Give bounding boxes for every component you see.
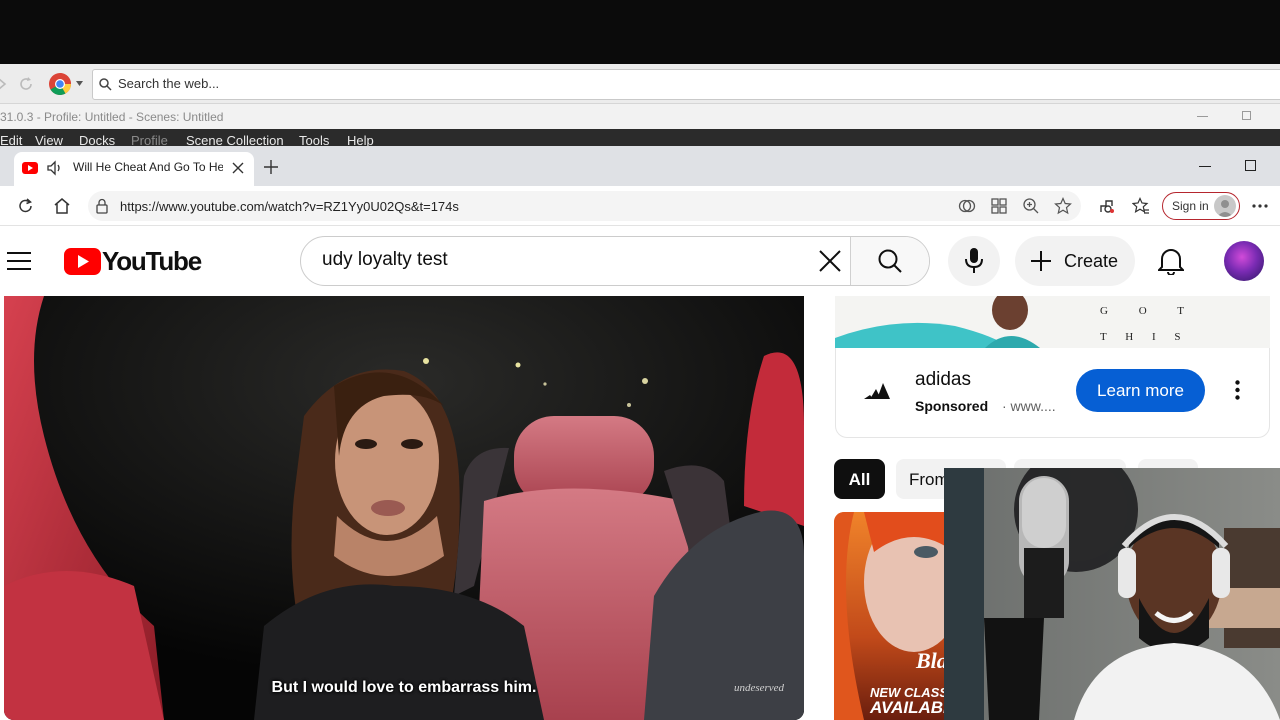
app-available-icon[interactable] [990,197,1008,215]
plus-icon [1030,250,1052,272]
more-menu-icon[interactable] [1252,204,1268,208]
youtube-search-value: udy loyalty test [322,249,448,270]
zoom-icon[interactable] [1022,197,1040,215]
ad-banner-text-1: G O T [1100,305,1198,317]
thumbnail-brand-text: Bla [915,648,948,673]
notifications-bell-icon[interactable] [1158,247,1184,275]
ad-sponsored-label: Sponsored [915,398,989,414]
extensions-icon[interactable] [1098,197,1116,215]
tab-title: Will He Cheat And Go To Hell [73,160,223,174]
youtube-wordmark[interactable]: YouTube [102,246,202,277]
chip-all-label: All [848,470,871,489]
microphone-icon [965,248,983,274]
ad-banner-art [835,296,1270,348]
hamburger-menu-icon[interactable] [7,251,31,271]
obs-minimize-icon[interactable] [1197,116,1208,117]
account-avatar[interactable] [1224,241,1264,281]
video-player[interactable]: undeserved [4,296,804,720]
lock-icon[interactable] [95,198,109,214]
search-icon [99,78,112,91]
immersive-reader-icon[interactable] [958,197,976,215]
thumbnail-caption: NEW CLASS AVAILABL [870,686,953,716]
outer-search-bar[interactable] [92,69,1280,100]
adidas-logo-icon [864,381,890,399]
ad-more-options-icon[interactable] [1235,380,1240,400]
youtube-logo-icon[interactable] [64,248,101,275]
chip-from-label: From [909,470,949,489]
url-text: https://www.youtube.com/watch?v=RZ1Yy0U0… [120,199,459,214]
ad-banner-text-2: T H I S [1100,331,1189,343]
clear-search-icon[interactable] [819,250,841,272]
forward-icon[interactable] [0,76,10,92]
audio-playing-icon[interactable] [46,160,64,176]
search-icon[interactable] [878,249,902,273]
obs-window-title: 31.0.3 - Profile: Untitled - Scenes: Unt… [0,110,224,124]
maximize-icon[interactable] [1245,160,1256,171]
outer-search-placeholder: Search the web... [118,76,220,91]
search-divider [850,237,851,285]
thumbnail-caption-line2: AVAILABL [870,698,954,717]
favorites-icon[interactable] [1132,197,1150,215]
tab-close-icon[interactable] [232,162,244,174]
sign-in-label: Sign in [1172,199,1209,213]
video-frame-car-interior: undeserved [4,296,804,720]
home-icon[interactable] [53,197,71,215]
chrome-logo-icon[interactable] [48,72,72,96]
obs-restore-icon[interactable] [1242,111,1251,120]
learn-more-label: Learn more [1097,381,1184,400]
webcam-frame [944,468,1280,720]
youtube-favicon-icon [22,162,38,174]
profile-avatar-icon[interactable] [1214,195,1236,217]
webcam-overlay [944,468,1280,720]
refresh-icon[interactable] [17,197,35,215]
ad-advertiser-name: adidas [915,369,971,390]
ad-banner-image[interactable] [835,296,1270,348]
video-caption: But I would love to embarrass him. [271,679,537,696]
top-black-band [0,0,1280,64]
create-label: Create [1064,251,1119,271]
minimize-icon[interactable] [1199,166,1211,167]
ad-domain: · www.... [1002,398,1056,414]
favorite-star-icon[interactable] [1054,197,1072,215]
new-tab-icon[interactable] [263,159,279,175]
dropdown-caret-icon[interactable] [76,81,83,86]
reload-icon[interactable] [18,76,34,92]
